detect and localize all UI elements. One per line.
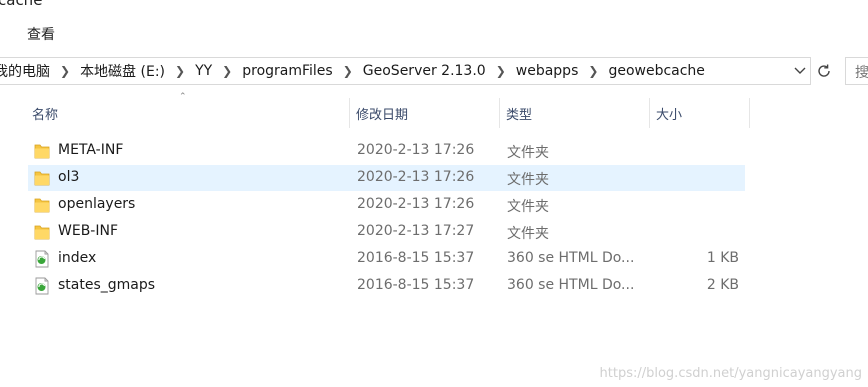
breadcrumb-item[interactable]: webapps xyxy=(512,63,583,79)
chevron-right-icon[interactable]: ❯ xyxy=(337,64,359,78)
folder-icon xyxy=(34,142,50,160)
file-row[interactable]: states_gmaps 2016-8-15 15:37 360 se HTML D… xyxy=(28,273,745,299)
file-type: 360 se HTML Do... xyxy=(507,250,635,266)
file-size: 1 KB xyxy=(706,250,739,266)
chevron-right-icon[interactable]: ❯ xyxy=(54,64,76,78)
file-type: 文件夹 xyxy=(507,199,549,215)
chevron-right-icon[interactable]: ❯ xyxy=(582,64,604,78)
folder-icon xyxy=(34,223,50,241)
file-name: META-INF xyxy=(58,142,124,158)
column-header-type[interactable]: 类型 xyxy=(500,98,650,128)
watermark: https://blog.csdn.net/yangnicayangyang xyxy=(599,366,862,381)
address-bar[interactable]: 我的电脑 ❯ 本地磁盘 (E:) ❯ YY ❯ programFiles ❯ G… xyxy=(0,57,811,85)
file-row[interactable]: META-INF 2020-2-13 17:26 文件夹 xyxy=(28,138,745,164)
column-header-size[interactable]: 大小 xyxy=(650,98,750,128)
chevron-right-icon[interactable]: ❯ xyxy=(490,64,512,78)
file-date: 2020-2-13 17:26 xyxy=(357,169,475,185)
file-name: index xyxy=(58,250,97,266)
file-type: 360 se HTML Do... xyxy=(507,277,635,293)
file-date: 2020-2-13 17:27 xyxy=(357,223,475,239)
breadcrumb-item[interactable]: GeoServer 2.13.0 xyxy=(359,63,490,79)
chevron-right-icon[interactable]: ❯ xyxy=(216,64,238,78)
file-date: 2016-8-15 15:37 xyxy=(357,277,475,293)
file-row[interactable]: WEB-INF 2020-2-13 17:27 文件夹 xyxy=(28,219,745,245)
breadcrumb-item[interactable]: programFiles xyxy=(238,63,336,79)
file-name: states_gmaps xyxy=(58,277,156,293)
file-name: openlayers xyxy=(58,196,136,212)
file-name: ol3 xyxy=(58,169,80,185)
file-row[interactable]: index 2016-8-15 15:37 360 se HTML Do... 1 K… xyxy=(28,246,745,272)
file-type: 文件夹 xyxy=(507,226,549,242)
html-file-icon xyxy=(34,250,50,268)
file-name: WEB-INF xyxy=(58,223,118,239)
file-row[interactable]: openlayers 2020-2-13 17:26 文件夹 xyxy=(28,192,745,218)
breadcrumb-item[interactable]: 本地磁盘 (E:) xyxy=(76,61,169,81)
window-title: cache xyxy=(0,0,43,9)
html-file-icon xyxy=(34,277,50,295)
breadcrumb-item[interactable]: geowebcache xyxy=(604,63,708,79)
folder-icon xyxy=(34,196,50,214)
breadcrumb-item[interactable]: 我的电脑 xyxy=(0,61,54,81)
search-input[interactable]: 搜 xyxy=(845,57,868,85)
tab-view[interactable]: 查看 xyxy=(27,24,55,44)
column-header-name[interactable]: 名称 xyxy=(26,98,350,128)
breadcrumb-item[interactable]: YY xyxy=(191,63,216,79)
file-row[interactable]: ol3 2020-2-13 17:26 文件夹 xyxy=(28,165,745,191)
file-type: 文件夹 xyxy=(507,145,549,161)
file-date: 2020-2-13 17:26 xyxy=(357,196,475,212)
breadcrumb: 我的电脑 ❯ 本地磁盘 (E:) ❯ YY ❯ programFiles ❯ G… xyxy=(0,58,709,84)
chevron-down-icon[interactable] xyxy=(792,62,808,80)
file-date: 2020-2-13 17:26 xyxy=(357,142,475,158)
column-header-date[interactable]: 修改日期 xyxy=(350,98,500,128)
file-type: 文件夹 xyxy=(507,172,549,188)
chevron-right-icon[interactable]: ❯ xyxy=(169,64,191,78)
file-size: 2 KB xyxy=(706,277,739,293)
refresh-icon[interactable] xyxy=(813,57,835,85)
file-date: 2016-8-15 15:37 xyxy=(357,250,475,266)
folder-icon xyxy=(34,169,50,187)
file-list: ⌃ 名称 修改日期 类型 大小 META-INF 2020-2-13 17:26 文… xyxy=(0,90,868,387)
